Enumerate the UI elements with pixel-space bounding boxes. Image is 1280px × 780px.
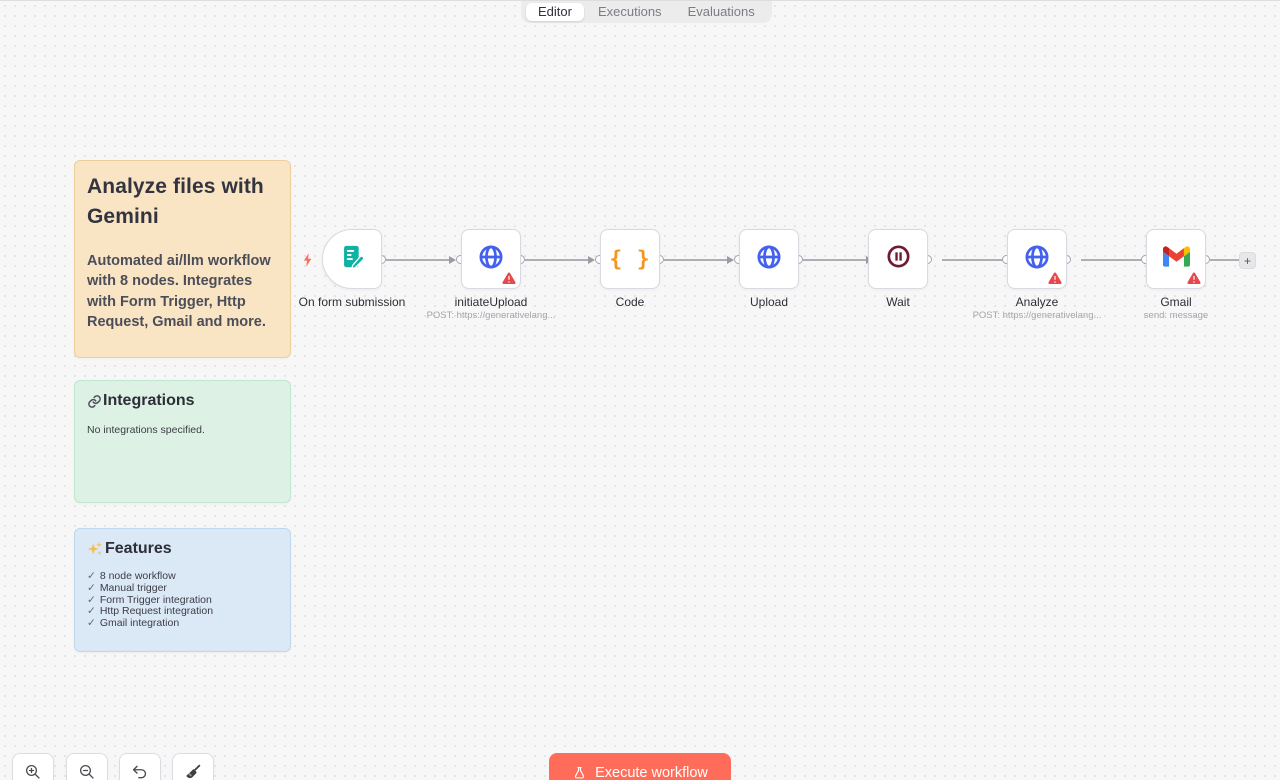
tab-executions[interactable]: Executions <box>586 3 674 21</box>
node-label: initiateUpload <box>421 295 561 309</box>
tidy-up-icon <box>184 763 202 780</box>
connection-wire[interactable] <box>664 259 730 261</box>
connection-arrow-icon <box>727 256 734 264</box>
node-initiateupload[interactable] <box>461 229 521 289</box>
feature-item: ✓Gmail integration <box>87 618 278 630</box>
sparkles-icon <box>87 541 103 557</box>
warning-icon <box>502 272 516 285</box>
node-label: On form submission <box>282 295 422 309</box>
undo-icon <box>131 763 149 780</box>
node-label: Analyze <box>967 295 1107 309</box>
node-on-form-submission[interactable] <box>322 229 382 289</box>
form-trigger-icon <box>339 243 366 275</box>
sticky-note-integrations[interactable]: Integrations No integrations specified. <box>74 380 291 503</box>
connection-arrow-icon <box>449 256 456 264</box>
code-braces-icon: { } <box>610 247 651 271</box>
gmail-icon <box>1163 246 1190 272</box>
check-icon: ✓ <box>87 618 96 630</box>
connection-wire[interactable] <box>942 259 1008 261</box>
tab-evaluations[interactable]: Evaluations <box>676 3 767 21</box>
add-node-button[interactable]: + <box>1239 252 1256 269</box>
globe-icon <box>477 243 505 276</box>
plus-icon: + <box>1244 254 1251 268</box>
node-label: Code <box>560 295 700 309</box>
feature-list: ✓8 node workflow ✓Manual trigger ✓Form T… <box>87 571 278 630</box>
sticky-note-overview[interactable]: Analyze files with Gemini Automated ai/l… <box>74 160 291 358</box>
view-tabbar: Editor Executions Evaluations <box>521 1 772 23</box>
node-subtitle: send: message <box>1101 310 1251 321</box>
node-code[interactable]: { } <box>600 229 660 289</box>
link-icon <box>87 394 102 409</box>
execute-workflow-button[interactable]: Execute workflow <box>549 753 731 780</box>
connection-arrow-icon <box>588 256 595 264</box>
flask-icon <box>572 766 587 780</box>
sticky-title: Analyze files with Gemini <box>87 172 278 232</box>
globe-icon <box>755 243 783 276</box>
node-wait[interactable] <box>868 229 928 289</box>
execute-workflow-label: Execute workflow <box>595 765 708 780</box>
sticky-note-features[interactable]: Features ✓8 node workflow ✓Manual trigge… <box>74 528 291 652</box>
zoom-out-button[interactable] <box>66 753 108 780</box>
tidy-up-button[interactable] <box>172 753 214 780</box>
workflow-canvas[interactable]: Editor Executions Evaluations Analyze fi… <box>0 0 1280 780</box>
check-icon: ✓ <box>87 583 96 595</box>
node-gmail[interactable] <box>1146 229 1206 289</box>
undo-button[interactable] <box>119 753 161 780</box>
feature-item: ✓Manual trigger <box>87 583 278 595</box>
warning-icon <box>1048 272 1062 285</box>
node-analyze[interactable] <box>1007 229 1067 289</box>
zoom-in-button[interactable] <box>12 753 54 780</box>
zoom-in-icon <box>24 763 42 780</box>
node-label: Gmail <box>1106 295 1246 309</box>
node-upload[interactable] <box>739 229 799 289</box>
node-subtitle: POST: https://generativelang... <box>962 310 1112 321</box>
connection-wire[interactable] <box>803 259 869 261</box>
globe-icon <box>1023 243 1051 276</box>
connection-wire[interactable] <box>1081 259 1147 261</box>
pause-icon <box>885 243 912 275</box>
tab-editor[interactable]: Editor <box>526 3 584 21</box>
sticky-title: Features <box>105 540 172 558</box>
zoom-out-icon <box>78 763 96 780</box>
sticky-body: Automated ai/llm workflow with 8 nodes. … <box>87 251 278 333</box>
connection-wire[interactable] <box>386 259 452 261</box>
connection-wire[interactable] <box>525 259 591 261</box>
connection-wire[interactable] <box>1210 259 1239 261</box>
node-label: Wait <box>828 295 968 309</box>
sticky-body: No integrations specified. <box>87 424 278 436</box>
node-label: Upload <box>699 295 839 309</box>
sticky-title: Integrations <box>103 392 195 410</box>
warning-icon <box>1187 272 1201 285</box>
trigger-bolt-icon <box>301 252 316 273</box>
node-subtitle: POST: https://generativelang... <box>416 310 566 321</box>
